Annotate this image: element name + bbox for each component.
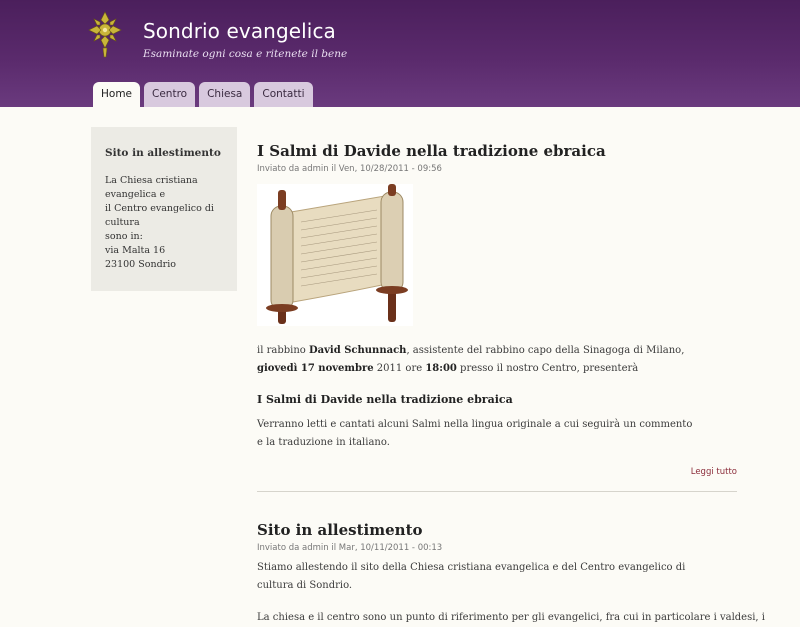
cross-emblem-icon[interactable] (87, 10, 123, 58)
node-2: Sito in allestimento Inviato da admin il… (257, 519, 765, 627)
text-fragment-bold: David Schunnach (308, 345, 407, 356)
sidebar-line: il Centro evangelico di (105, 203, 214, 214)
sidebar-address: La Chiesa cristiana evangelica e il Cent… (105, 174, 223, 272)
sidebar-block: Sito in allestimento La Chiesa cristiana… (91, 127, 237, 291)
read-more-link[interactable]: Leggi tutto (691, 467, 737, 477)
sidebar-line: cultura (105, 217, 140, 228)
node-paragraph: La chiesa e il centro sono un punto di r… (257, 612, 765, 623)
sidebar-line: 23100 Sondrio (105, 259, 176, 270)
tab-home[interactable]: Home (93, 82, 141, 107)
primary-tabs: Home Centro Chiesa Contatti (93, 82, 313, 107)
node-submitted: Inviato da admin il Ven, 10/28/2011 - 09… (257, 164, 442, 174)
site-slogan: Esaminate ogni cosa e ritenete il bene (143, 48, 348, 60)
tab-chiesa[interactable]: Chiesa (199, 82, 251, 107)
main-content: I Salmi di Davide nella tradizione ebrai… (257, 140, 765, 623)
node-paragraph: Stiamo allestendo il sito della Chiesa c… (257, 562, 686, 591)
node-1: I Salmi di Davide nella tradizione ebrai… (257, 140, 737, 477)
text-fragment: presso il nostro Centro, presenterà (456, 363, 639, 374)
tab-centro[interactable]: Centro (144, 82, 196, 107)
node-divider (257, 491, 737, 492)
text-fragment: , assistente del rabbino capo della Sina… (406, 345, 685, 356)
tab-contatti[interactable]: Contatti (254, 82, 313, 107)
site-name[interactable]: Sondrio evangelica (143, 19, 336, 43)
text-fragment: il rabbino (257, 345, 309, 356)
text-fragment-bold: 18:00 (425, 363, 457, 374)
sidebar-title: Sito in allestimento (105, 147, 221, 159)
text-fragment-bold: giovedì 17 novembre (257, 363, 374, 374)
sidebar-line: sono in: (105, 231, 143, 242)
node-title[interactable]: Sito in allestimento (257, 519, 737, 541)
sidebar-line: via Malta 16 (105, 245, 166, 256)
node-submitted: Inviato da admin il Mar, 10/11/2011 - 00… (257, 543, 443, 553)
sidebar-line: La Chiesa cristiana (105, 175, 198, 186)
node-title[interactable]: I Salmi di Davide nella tradizione ebrai… (257, 140, 737, 162)
node-subheading: I Salmi di Davide nella tradizione ebrai… (257, 393, 513, 406)
node-paragraph: il rabbino David Schunnach, assistente d… (257, 342, 737, 378)
torah-scroll-image (257, 184, 413, 326)
node-paragraph: Verranno letti e cantati alcuni Salmi ne… (257, 419, 693, 448)
site-header: Sondrio evangelica Esaminate ogni cosa e… (0, 0, 800, 107)
sidebar-line: evangelica e (105, 189, 166, 200)
text-fragment: 2011 ore (373, 363, 426, 374)
